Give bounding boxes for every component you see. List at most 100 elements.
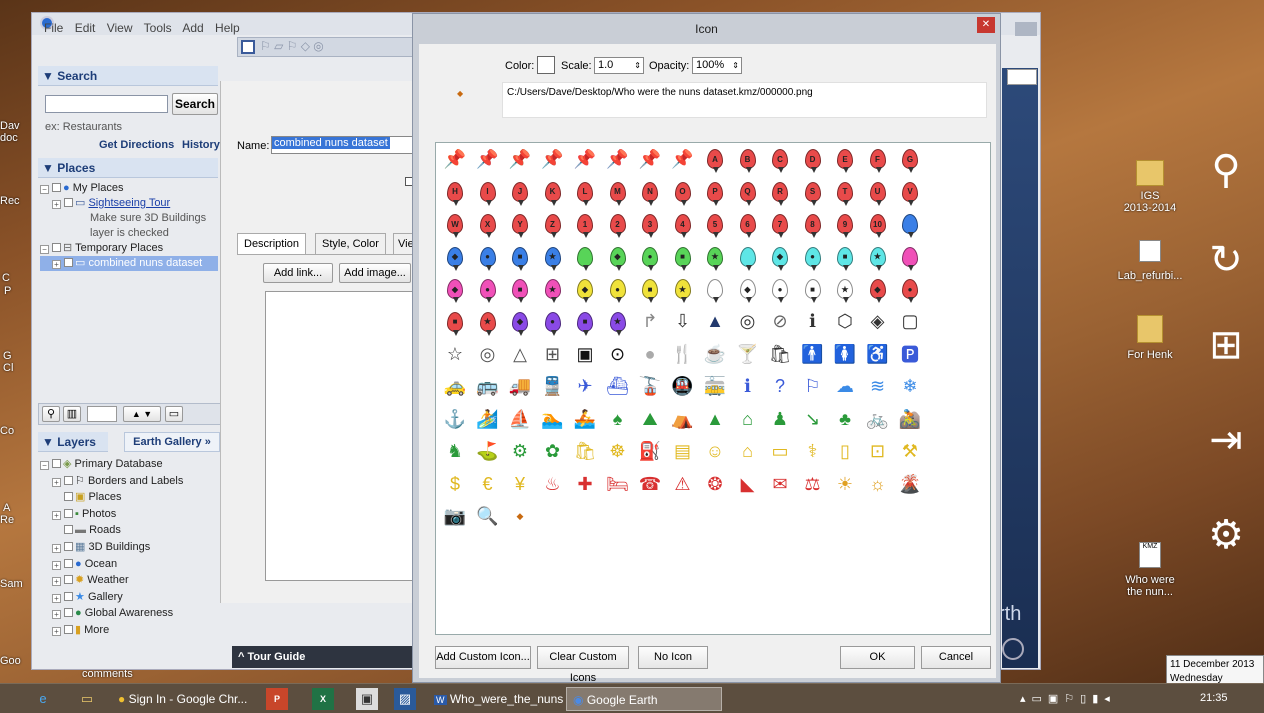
icon-option[interactable]: ⛴: [605, 374, 631, 400]
icon-option[interactable]: X: [475, 211, 501, 238]
icon-option[interactable]: ★: [475, 309, 501, 336]
menu-view[interactable]: View: [107, 21, 133, 35]
share-icon[interactable]: ↻: [1196, 230, 1256, 290]
icon-option[interactable]: 🚌: [475, 374, 501, 400]
icon-option[interactable]: ☸: [605, 439, 631, 465]
color-swatch[interactable]: [537, 56, 555, 74]
navigation-ring-icon[interactable]: [1002, 638, 1024, 660]
icon-option[interactable]: 🚲: [865, 406, 891, 432]
icon-option[interactable]: 🏄: [475, 406, 501, 432]
icon-option[interactable]: 6: [735, 211, 761, 238]
icon-option[interactable]: ≋: [865, 374, 891, 400]
icon-option[interactable]: 🛍: [572, 439, 598, 465]
clear-custom-icons-button[interactable]: Clear Custom Icons: [537, 646, 629, 684]
menu-file[interactable]: File: [44, 21, 63, 35]
add-link-button[interactable]: Add link...: [263, 263, 333, 283]
panel-icon[interactable]: ▥: [63, 406, 81, 422]
layer-ocean[interactable]: + ● Ocean: [40, 556, 183, 573]
icon-option[interactable]: ❄: [897, 374, 923, 400]
earth-gallery-tab[interactable]: Earth Gallery »: [124, 432, 220, 452]
icon-option[interactable]: 📌: [442, 146, 468, 172]
icon-option[interactable]: 📌: [540, 146, 566, 172]
icon-option[interactable]: ●: [800, 244, 826, 271]
search-panel-header[interactable]: ▼ Search: [38, 66, 218, 86]
icon-option[interactable]: 🚵: [897, 406, 923, 432]
desktop-icon-igs[interactable]: IGS 2013-2014: [1120, 160, 1180, 220]
add-custom-icon-button[interactable]: Add Custom Icon...: [435, 646, 531, 669]
layer-3d-buildings[interactable]: + ▦ 3D Buildings: [40, 539, 183, 556]
icon-option[interactable]: ↱: [637, 309, 663, 335]
icon-option[interactable]: F: [865, 146, 891, 173]
icon-option[interactable]: Q: [735, 179, 761, 206]
icon-option[interactable]: ▢: [897, 309, 923, 335]
search-button[interactable]: Search: [172, 93, 218, 115]
icon-option[interactable]: ✿: [540, 439, 566, 465]
icon-option[interactable]: ●: [605, 276, 631, 303]
icon-option[interactable]: $: [442, 471, 468, 497]
history-link[interactable]: History: [182, 139, 220, 151]
scale-spinner[interactable]: 1.0 ⇕: [594, 57, 644, 74]
icon-option[interactable]: 9: [832, 211, 858, 238]
folder-icon[interactable]: ▭: [165, 406, 183, 422]
icon-option[interactable]: 4: [670, 211, 696, 238]
menu-tools[interactable]: Tools: [144, 21, 172, 35]
icon-option[interactable]: €: [475, 471, 501, 497]
cancel-button[interactable]: Cancel: [921, 646, 991, 669]
icon-option[interactable]: ⛵: [507, 406, 533, 432]
icon-option[interactable]: ◆: [507, 504, 533, 530]
icon-option[interactable]: 🚺: [832, 341, 858, 367]
icon-option[interactable]: ●: [475, 276, 501, 303]
layers-panel-header[interactable]: ▼ Layers: [38, 432, 108, 452]
icon-option[interactable]: ⚕: [800, 439, 826, 465]
layer-photos[interactable]: + ▪ Photos: [40, 506, 183, 523]
window-close-button[interactable]: [1015, 22, 1037, 36]
name-field[interactable]: combined nuns dataset: [271, 136, 421, 154]
icon-option[interactable]: 🚡: [637, 374, 663, 400]
icon-option[interactable]: N: [637, 179, 663, 206]
search-input[interactable]: [45, 95, 168, 113]
icon-option[interactable]: ℹ: [735, 374, 761, 400]
icon-option[interactable]: ♠: [605, 406, 631, 432]
icon-option[interactable]: ℹ: [800, 309, 826, 335]
icon-option[interactable]: ■: [637, 276, 663, 303]
icon-option[interactable]: 1: [572, 211, 598, 238]
icon-option[interactable]: D: [800, 146, 826, 173]
tree-item-temporary[interactable]: − ⊟ Temporary Places: [40, 241, 218, 256]
icon-option[interactable]: 📌: [507, 146, 533, 172]
move-up-down-buttons[interactable]: ▲ ▼: [123, 406, 161, 422]
close-icon[interactable]: ✕: [977, 17, 995, 33]
icon-option[interactable]: 📌: [670, 146, 696, 172]
tree-item-my-places[interactable]: − ● My Places: [40, 181, 218, 196]
tour-guide-bar[interactable]: ^ Tour Guide: [232, 646, 412, 668]
menu-add[interactable]: Add: [182, 21, 203, 35]
icon-path-field[interactable]: C:/Users/Dave/Desktop/Who were the nuns …: [502, 82, 987, 118]
icon-option[interactable]: ⚒: [897, 439, 923, 465]
icon-option[interactable]: 🚇: [670, 374, 696, 400]
icon-option[interactable]: ?: [767, 374, 793, 400]
icon-option[interactable]: ●: [897, 276, 923, 303]
powerpoint-icon[interactable]: P: [266, 688, 288, 710]
icon-option[interactable]: P: [702, 179, 728, 206]
icon-option[interactable]: ⊞: [540, 341, 566, 367]
icon-option[interactable]: ★: [702, 244, 728, 271]
icon-option[interactable]: ◆: [572, 276, 598, 303]
places-panel-header[interactable]: ▼ Places: [38, 158, 218, 178]
icon-option[interactable]: M: [605, 179, 631, 206]
devices-icon[interactable]: ⇥: [1196, 410, 1256, 470]
icon-option[interactable]: ▲: [702, 309, 728, 335]
icon-option[interactable]: 🍴: [670, 341, 696, 367]
tree-item-combined-nuns[interactable]: + ▭ combined nuns dataset: [40, 256, 218, 271]
icon-option[interactable]: 🅿: [897, 341, 923, 367]
icon-option[interactable]: ⚠: [670, 471, 696, 497]
icon-option[interactable]: ⛰: [637, 406, 663, 432]
menu-help[interactable]: Help: [215, 21, 240, 35]
icon-option[interactable]: ●: [767, 276, 793, 303]
toolbar-icons[interactable]: ⚐ ▱ ⚐ ◇ ◎: [260, 39, 324, 53]
icon-option[interactable]: ◎: [475, 341, 501, 367]
layer-global-awareness[interactable]: + ● Global Awareness: [40, 605, 183, 622]
icon-option[interactable]: ▯: [832, 439, 858, 465]
icon-option[interactable]: 🚣: [572, 406, 598, 432]
layer-primary-database[interactable]: − ◈ Primary Database: [40, 456, 183, 473]
icon-option[interactable]: W: [442, 211, 468, 238]
icon-option[interactable]: H: [442, 179, 468, 206]
